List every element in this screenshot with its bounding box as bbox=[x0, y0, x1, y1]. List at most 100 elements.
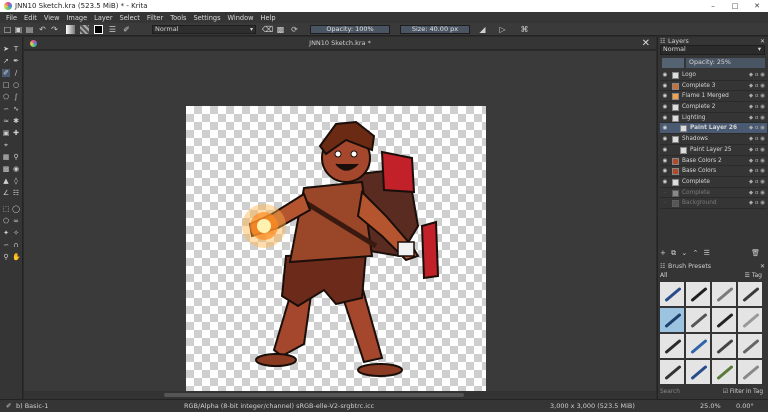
brush-preset[interactable] bbox=[686, 334, 710, 358]
layer-lock-icons[interactable]: ◆ α ◉ bbox=[749, 188, 765, 199]
layer-lock-icons[interactable]: ◆ α ◉ bbox=[749, 123, 765, 134]
rectangle-tool-icon[interactable]: □ bbox=[2, 81, 10, 89]
document-tab[interactable]: JNN10 Sketch.kra * ✕ bbox=[24, 37, 656, 50]
menu-view[interactable]: View bbox=[44, 14, 60, 22]
layer-row-base-colors-2[interactable]: ◉ Base Colors 2 ◆ α ◉ bbox=[660, 156, 767, 167]
text-tool-icon[interactable]: T bbox=[12, 45, 20, 53]
layer-lock-icons[interactable]: ◆ α ◉ bbox=[749, 134, 765, 145]
layer-lock-icons[interactable]: ◆ α ◉ bbox=[749, 102, 765, 113]
mirror-vertical-icon[interactable]: ▷ bbox=[498, 25, 507, 34]
layer-row-paint-layer-25[interactable]: ◉ Paint Layer 25 ◆ α ◉ bbox=[660, 145, 767, 156]
bezier-selection-tool-icon[interactable]: ∽ bbox=[2, 241, 10, 249]
pattern-swatch[interactable] bbox=[80, 25, 89, 34]
preset-search-field[interactable]: Search ☑ Filter in Tag bbox=[660, 387, 765, 397]
brush-preset-filter[interactable]: All ☰ Tag bbox=[660, 271, 765, 280]
move-tool-icon[interactable]: ✚ bbox=[12, 129, 20, 137]
elliptical-selection-tool-icon[interactable]: ◯ bbox=[12, 205, 20, 213]
layer-lock-icons[interactable]: ◆ α ◉ bbox=[749, 113, 765, 124]
similar-color-selection-tool-icon[interactable]: ✧ bbox=[12, 229, 20, 237]
eye-icon[interactable]: ◉ bbox=[662, 134, 668, 145]
current-brush-name[interactable]: b) Basic-1 bbox=[16, 400, 48, 412]
menu-layer[interactable]: Layer bbox=[94, 14, 112, 22]
open-folder-icon[interactable]: ▣ bbox=[14, 25, 23, 34]
eye-icon[interactable]: ◉ bbox=[662, 123, 668, 134]
close-window-button[interactable]: ✕ bbox=[746, 0, 768, 12]
layer-opacity-slider[interactable]: Opacity: 25% bbox=[686, 58, 765, 68]
layer-row-lighting[interactable]: ◉ Lighting ◆ α ◉ bbox=[660, 113, 767, 124]
brush-preset[interactable] bbox=[686, 308, 710, 332]
wrap-around-icon[interactable]: ⌘ bbox=[520, 25, 529, 34]
new-document-icon[interactable]: □ bbox=[3, 25, 12, 34]
brush-preset[interactable] bbox=[712, 360, 736, 384]
layer-opacity-control[interactable]: Opacity: 25% bbox=[660, 58, 765, 68]
layer-lock-icons[interactable]: ◆ α ◉ bbox=[749, 81, 765, 92]
eye-icon[interactable]: ◉ bbox=[662, 145, 668, 156]
eye-hidden-icon[interactable]: · bbox=[662, 198, 668, 209]
brush-preset[interactable] bbox=[738, 360, 762, 384]
layer-lock-icons[interactable]: ◆ α ◉ bbox=[749, 177, 765, 188]
layer-row-complete-3[interactable]: ◉ Complete 3 ◆ α ◉ bbox=[660, 81, 767, 92]
redo-icon[interactable]: ↷ bbox=[50, 25, 59, 34]
gradient-swatch[interactable] bbox=[66, 25, 75, 34]
brush-preset[interactable] bbox=[660, 334, 684, 358]
eye-icon[interactable]: ◉ bbox=[662, 166, 668, 177]
opacity-slider[interactable]: Opacity: 100% bbox=[310, 25, 390, 34]
transform-tool-icon[interactable]: ▣ bbox=[2, 129, 10, 137]
layer-color-swatch[interactable] bbox=[662, 58, 684, 68]
brush-preset-selected[interactable] bbox=[660, 308, 684, 332]
eye-icon[interactable]: ◉ bbox=[662, 81, 668, 92]
bezier-tool-icon[interactable]: ∽ bbox=[2, 105, 10, 113]
add-layer-icon[interactable]: + bbox=[660, 249, 666, 257]
menu-tools[interactable]: Tools bbox=[170, 14, 186, 22]
scrollbar-thumb[interactable] bbox=[164, 393, 464, 397]
colorize-mask-tool-icon[interactable]: ▩ bbox=[2, 165, 10, 173]
horizontal-scrollbar[interactable] bbox=[24, 391, 656, 399]
duplicate-layer-icon[interactable]: ⧉ bbox=[671, 249, 676, 257]
zoom-tool-icon[interactable]: ⚲ bbox=[2, 253, 10, 261]
blend-mode-select[interactable]: Normal ▾ bbox=[152, 25, 256, 34]
brush-preset[interactable] bbox=[712, 308, 736, 332]
layer-row-logo[interactable]: ◉ Logo ◆ α ◉ bbox=[660, 70, 767, 81]
gradient-tool-icon[interactable]: ▦ bbox=[2, 153, 10, 161]
layer-lock-icons[interactable]: ◆ α ◉ bbox=[749, 91, 765, 102]
rotation-value[interactable]: 0.00° bbox=[736, 400, 754, 412]
freehand-path-tool-icon[interactable]: ∿ bbox=[12, 105, 20, 113]
layer-properties-icon[interactable]: ☰ bbox=[704, 249, 710, 257]
layer-lock-icons[interactable]: ◆ α ◉ bbox=[749, 198, 765, 209]
preset-tag-select[interactable]: ☰ Tag bbox=[745, 271, 762, 280]
layer-row-flame-1-merged[interactable]: ◉ Flame 1 Merged ◆ α ◉ bbox=[660, 91, 767, 103]
maximize-button[interactable]: □ bbox=[724, 0, 746, 12]
menu-settings[interactable]: Settings bbox=[193, 14, 220, 22]
delete-layer-icon[interactable]: 🗑 bbox=[751, 248, 760, 258]
layer-lock-icons[interactable]: ◆ α ◉ bbox=[749, 166, 765, 177]
brush-preset[interactable] bbox=[686, 282, 710, 306]
ellipse-tool-icon[interactable]: ○ bbox=[12, 81, 20, 89]
eye-icon[interactable]: ◉ bbox=[662, 70, 668, 81]
brush-preset-icon[interactable]: ✐ bbox=[122, 25, 131, 34]
freehand-brush-tool-icon[interactable]: ✐ bbox=[2, 69, 10, 77]
brush-preset[interactable] bbox=[738, 282, 762, 306]
pan-tool-icon[interactable]: ✋ bbox=[12, 253, 21, 261]
brush-preset[interactable] bbox=[712, 334, 736, 358]
fill-tool-icon[interactable]: ▲ bbox=[2, 177, 10, 185]
eye-icon[interactable]: ◉ bbox=[662, 91, 668, 102]
smart-patch-tool-icon[interactable]: ◉ bbox=[12, 165, 20, 173]
brush-preset[interactable] bbox=[660, 360, 684, 384]
close-document-icon[interactable]: ✕ bbox=[642, 37, 650, 50]
measure-tool-icon[interactable]: ∠ bbox=[2, 189, 10, 197]
size-slider[interactable]: Size: 40.00 px bbox=[400, 25, 470, 34]
eye-icon[interactable]: ◉ bbox=[662, 177, 668, 188]
undo-icon[interactable]: ↶ bbox=[38, 25, 47, 34]
layer-row-complete-2[interactable]: ◉ Complete 2 ◆ α ◉ bbox=[660, 102, 767, 113]
menu-window[interactable]: Window bbox=[228, 14, 254, 22]
filter-in-tag-checkbox[interactable]: ☑ Filter in Tag bbox=[723, 387, 763, 397]
assistant-tool-icon[interactable]: ◊ bbox=[12, 177, 20, 185]
layer-blend-mode-select[interactable]: Normal ▾ bbox=[660, 45, 765, 55]
polygon-tool-icon[interactable]: ⬠ bbox=[2, 93, 10, 101]
brush-preset[interactable] bbox=[686, 360, 710, 384]
minimize-button[interactable]: – bbox=[702, 0, 724, 12]
move-layer-down-icon[interactable]: ⌄ bbox=[681, 249, 687, 257]
reference-images-tool-icon[interactable]: ☷ bbox=[12, 189, 20, 197]
calligraphy-tool-icon[interactable]: ✒ bbox=[12, 57, 20, 65]
edit-brush-settings-icon[interactable]: ☰ bbox=[108, 25, 117, 34]
